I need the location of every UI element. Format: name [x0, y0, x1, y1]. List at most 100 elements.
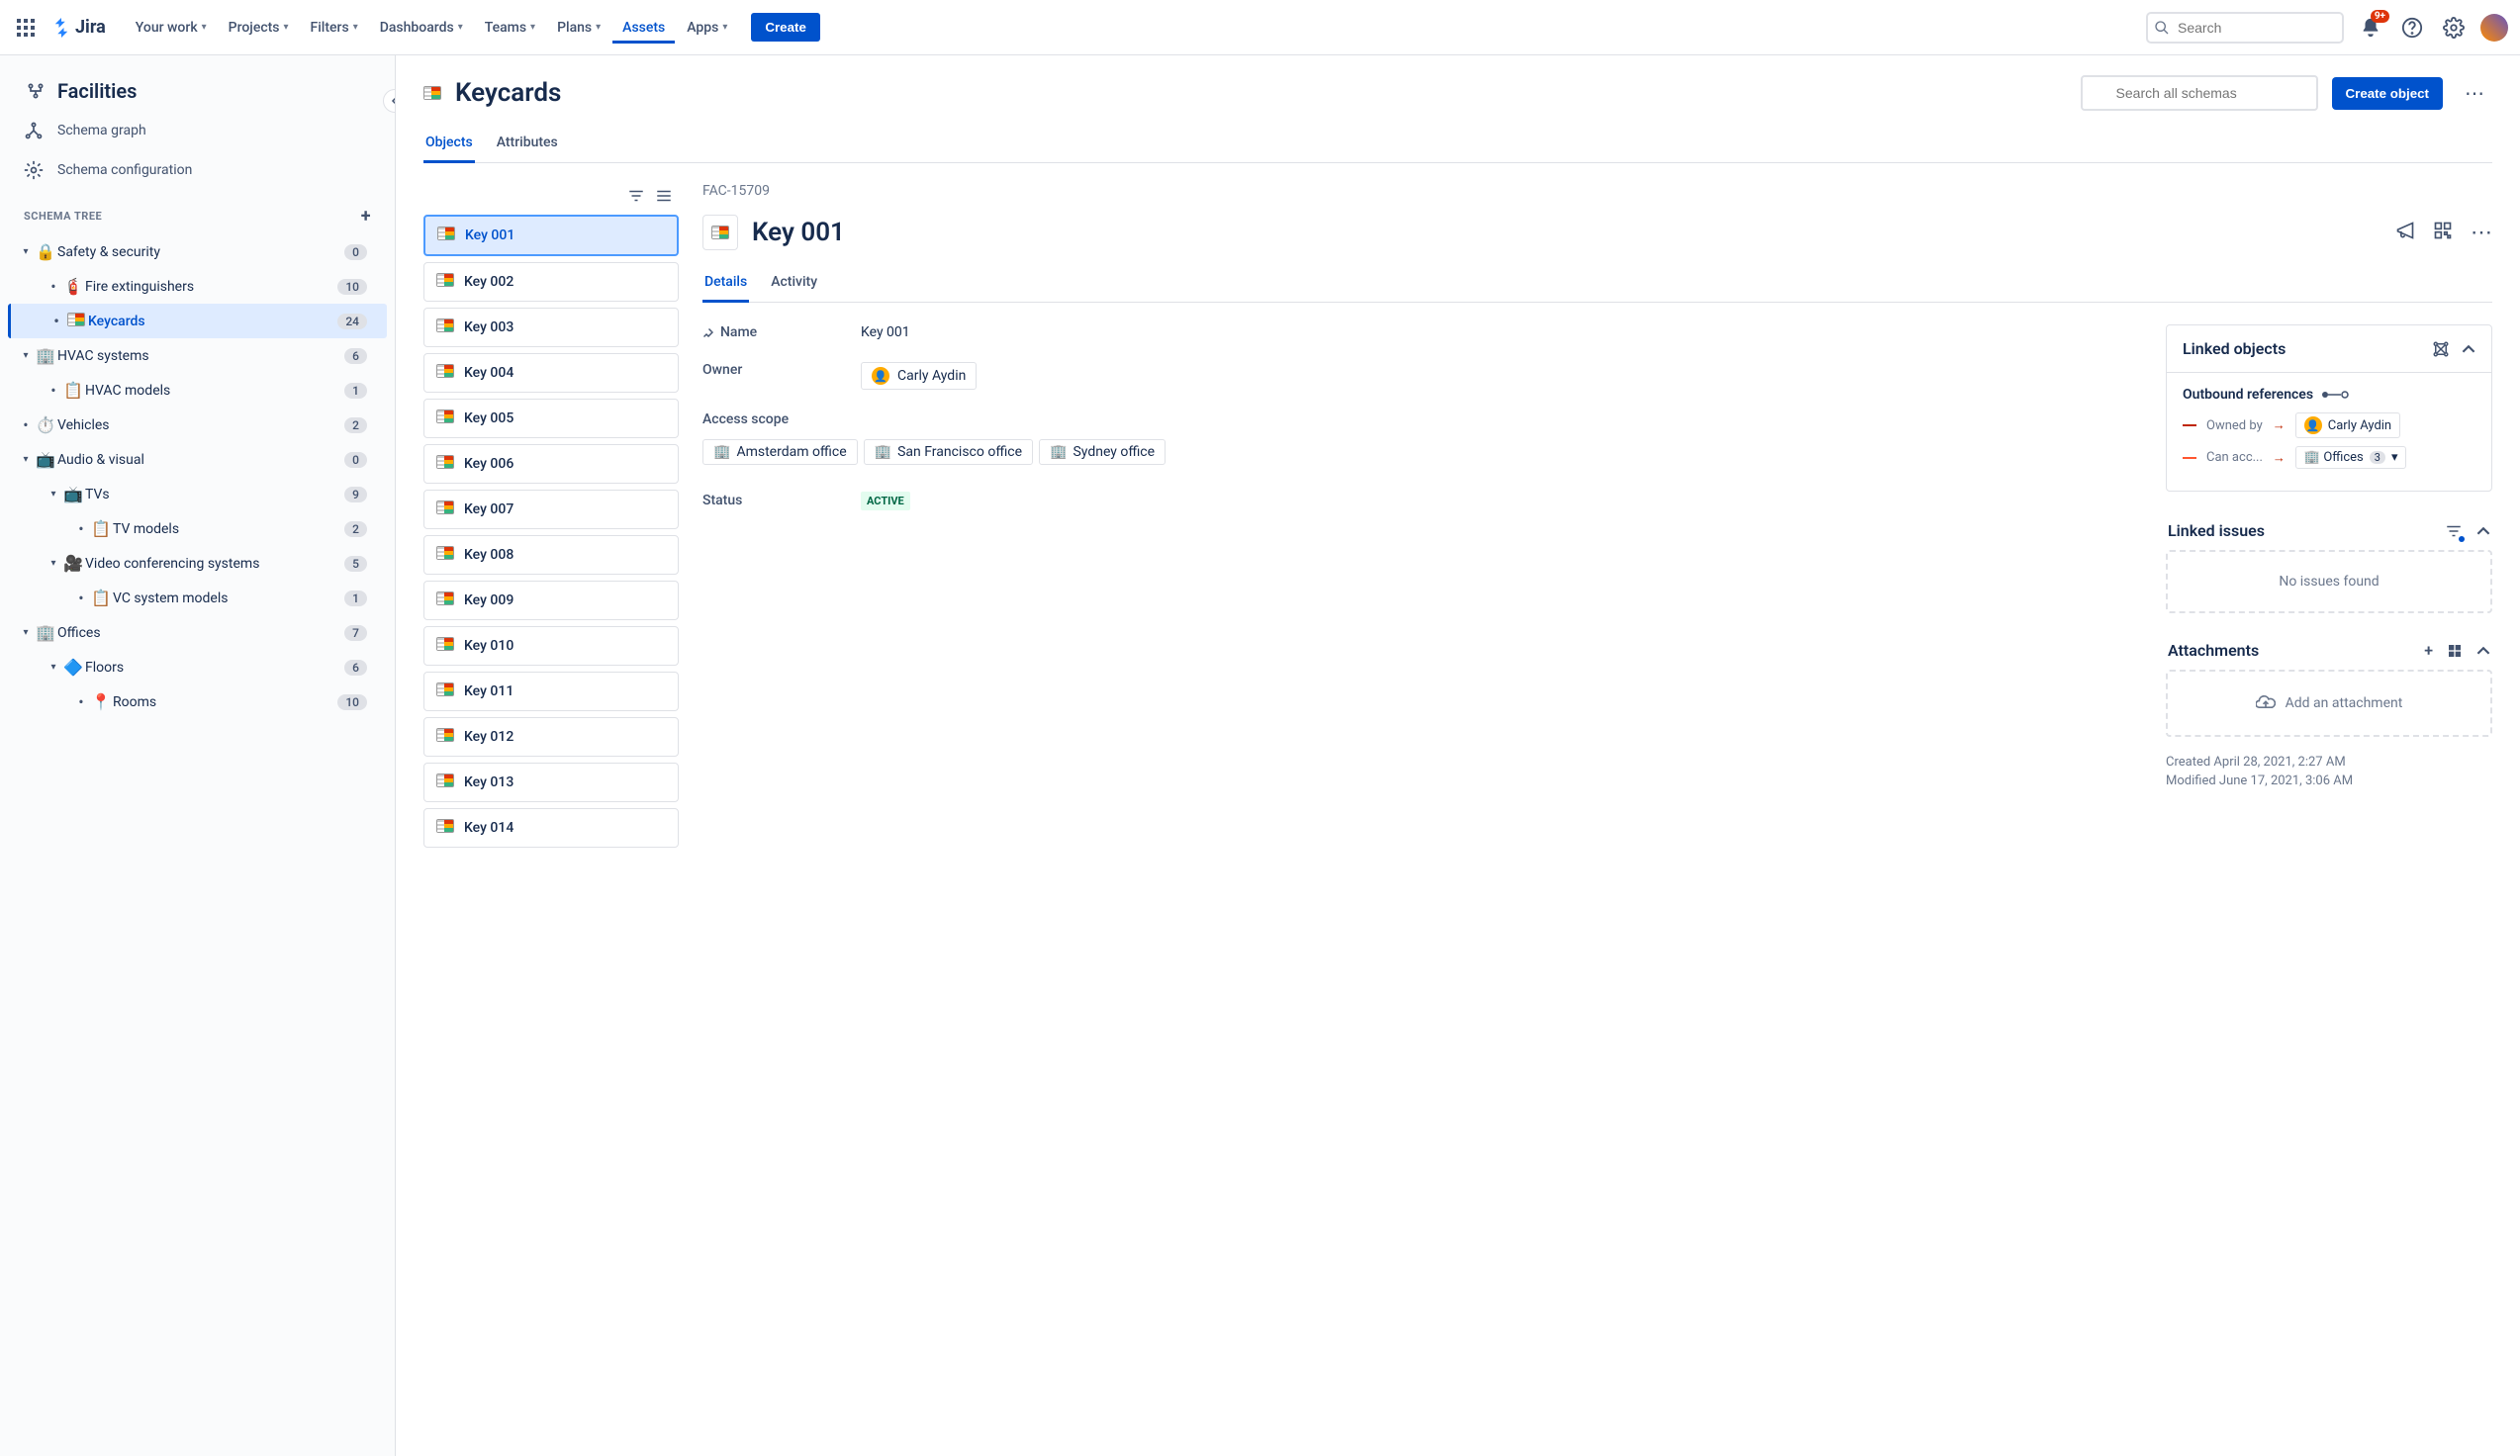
collapse-icon[interactable] — [2476, 644, 2490, 658]
tree-item-offices[interactable]: ▾🏢Offices7 — [8, 615, 387, 650]
topnav-left: Jira Your work▾Projects▾Filters▾Dashboar… — [12, 12, 820, 44]
tree-item-floors[interactable]: ▾🔷Floors6 — [8, 650, 387, 684]
object-list-item[interactable]: Key 010 — [423, 626, 679, 666]
collapse-icon[interactable] — [2476, 524, 2490, 538]
chevron-down-icon[interactable]: ▾ — [18, 454, 34, 465]
list-view-icon[interactable] — [655, 187, 673, 205]
object-list-item[interactable]: Key 006 — [423, 444, 679, 484]
chevron-down-icon[interactable]: ▾ — [46, 558, 61, 569]
schema-icon — [24, 79, 47, 103]
nav-item-apps[interactable]: Apps▾ — [677, 12, 737, 44]
chevron-down-icon[interactable]: ▾ — [18, 246, 34, 257]
chevron-down-icon[interactable]: ▾ — [18, 350, 34, 361]
announce-icon[interactable] — [2395, 221, 2415, 245]
qr-code-icon[interactable] — [2433, 221, 2453, 245]
add-schema-button[interactable]: + — [361, 206, 371, 227]
object-list-item[interactable]: Key 001 — [423, 215, 679, 256]
tree-item-audio-visual[interactable]: ▾📺Audio & visual0 — [8, 442, 387, 477]
nav-item-assets[interactable]: Assets — [612, 12, 675, 44]
detail-tab-activity[interactable]: Activity — [769, 268, 819, 302]
chevron-down-icon[interactable]: ▾ — [46, 489, 61, 500]
sidebar-link-schema-graph[interactable]: Schema graph — [8, 111, 387, 150]
tree-item-video-conferencing-systems[interactable]: ▾🎥Video conferencing systems5 — [8, 546, 387, 581]
object-list-item[interactable]: Key 013 — [423, 763, 679, 802]
tree-item-count: 2 — [344, 521, 367, 537]
jira-logo[interactable]: Jira — [44, 17, 114, 38]
object-list-item[interactable]: Key 011 — [423, 672, 679, 711]
object-list-item[interactable]: Key 008 — [423, 535, 679, 575]
object-list-item[interactable]: Key 009 — [423, 581, 679, 620]
filter-icon[interactable] — [627, 187, 645, 205]
nav-item-plans[interactable]: Plans▾ — [547, 12, 610, 44]
tree-item-vc-system-models[interactable]: •📋VC system models1 — [8, 581, 387, 615]
chevron-down-icon[interactable]: ▾ — [46, 662, 61, 673]
keycard-icon — [436, 364, 454, 382]
search-icon — [2154, 20, 2170, 36]
object-list-item[interactable]: Key 003 — [423, 308, 679, 347]
object-list-item[interactable]: Key 002 — [423, 262, 679, 302]
reference-target[interactable]: 🏢 Offices 3 ▾ — [2295, 446, 2407, 469]
page-title: Keycards — [455, 78, 561, 108]
access-scope-chip[interactable]: 🏢San Francisco office — [864, 439, 1033, 465]
grid-view-icon[interactable] — [2447, 643, 2463, 659]
help-icon[interactable] — [2397, 13, 2427, 43]
field-value-status[interactable]: ACTIVE — [861, 493, 2126, 508]
tree-item-icon: 📺 — [34, 450, 57, 469]
tree-item-fire-extinguishers[interactable]: •🧯Fire extinguishers10 — [8, 269, 387, 304]
detail-tab-details[interactable]: Details — [702, 268, 749, 303]
more-actions-icon[interactable]: ⋯ — [2471, 221, 2492, 245]
access-scope-chip[interactable]: 🏢Amsterdam office — [702, 439, 858, 465]
nav-item-your-work[interactable]: Your work▾ — [126, 12, 217, 44]
notification-bell-icon[interactable]: 9+ — [2356, 13, 2385, 43]
nav-item-projects[interactable]: Projects▾ — [219, 12, 299, 44]
create-object-button[interactable]: Create object — [2332, 77, 2443, 110]
keycard-icon — [437, 227, 455, 244]
tree-item-tv-models[interactable]: •📋TV models2 — [8, 511, 387, 546]
attachments-header: Attachments + — [2166, 631, 2492, 670]
tree-item-rooms[interactable]: •📍Rooms10 — [8, 684, 387, 719]
settings-icon[interactable] — [2439, 13, 2469, 43]
tree-item-safety-security[interactable]: ▾🔒Safety & security0 — [8, 234, 387, 269]
user-avatar[interactable] — [2480, 14, 2508, 42]
tab-objects[interactable]: Objects — [423, 129, 475, 163]
tree-item-tvs[interactable]: ▾📺TVs9 — [8, 477, 387, 511]
field-value-owner[interactable]: 👤 Carly Aydin — [861, 362, 2126, 390]
chevron-down-icon[interactable]: ▾ — [18, 627, 34, 638]
graph-icon[interactable] — [2432, 340, 2450, 358]
tree-item-keycards[interactable]: •Keycards24 — [8, 304, 387, 338]
filter-icon[interactable] — [2445, 522, 2463, 540]
search-input[interactable] — [2146, 12, 2344, 44]
nav-item-filters[interactable]: Filters▾ — [301, 12, 368, 44]
schema-search-input[interactable] — [2081, 75, 2318, 111]
add-icon[interactable]: + — [2424, 641, 2433, 660]
nav-item-dashboards[interactable]: Dashboards▾ — [370, 12, 473, 44]
nav-item-teams[interactable]: Teams▾ — [475, 12, 545, 44]
object-list-item[interactable]: Key 005 — [423, 399, 679, 438]
page-header: Keycards Create object ⋯ — [423, 75, 2492, 111]
object-list-item[interactable]: Key 012 — [423, 717, 679, 757]
reference-target[interactable]: 👤Carly Aydin — [2295, 412, 2400, 438]
object-list-item[interactable]: Key 004 — [423, 353, 679, 393]
tree-item-vehicles[interactable]: •⏱️Vehicles2 — [8, 408, 387, 442]
sidebar-link-schema-configuration[interactable]: Schema configuration — [8, 150, 387, 190]
more-actions-icon[interactable]: ⋯ — [2457, 77, 2492, 109]
page-icon — [423, 81, 441, 106]
access-scope-chip[interactable]: 🏢Sydney office — [1039, 439, 1166, 465]
object-list-item[interactable]: Key 014 — [423, 808, 679, 848]
app-switcher-icon[interactable] — [12, 14, 40, 42]
keycard-icon — [436, 682, 454, 700]
reference-direction-icon — [2321, 390, 2349, 400]
global-search — [2146, 12, 2344, 44]
tree-item-count: 7 — [344, 625, 367, 641]
linked-issues-empty[interactable]: No issues found — [2166, 550, 2492, 613]
attachments-dropzone[interactable]: Add an attachment — [2166, 670, 2492, 737]
object-list-item[interactable]: Key 007 — [423, 490, 679, 529]
field-value-access-scope[interactable]: 🏢Amsterdam office🏢San Francisco office🏢S… — [702, 439, 1171, 471]
tree-item-hvac-systems[interactable]: ▾🏢HVAC systems6 — [8, 338, 387, 373]
collapse-icon[interactable] — [2462, 342, 2475, 356]
create-button[interactable]: Create — [751, 13, 820, 42]
field-value-name[interactable]: Key 001 — [861, 324, 2126, 340]
tree-item-hvac-models[interactable]: •📋HVAC models1 — [8, 373, 387, 408]
jira-logo-icon — [51, 18, 71, 38]
tab-attributes[interactable]: Attributes — [495, 129, 560, 162]
